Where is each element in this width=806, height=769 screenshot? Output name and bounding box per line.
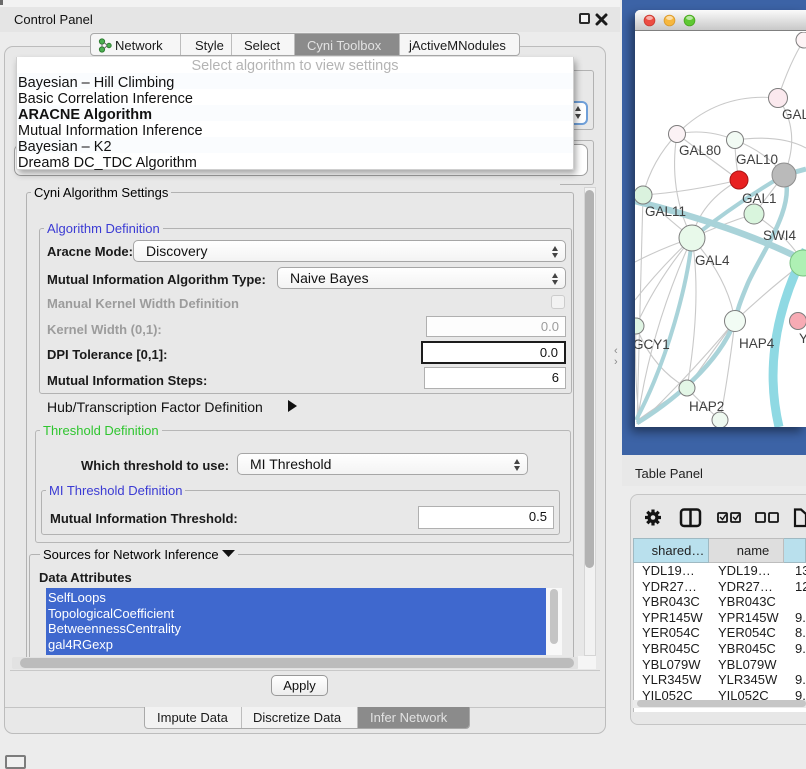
svg-text:GAL80: GAL80	[679, 143, 721, 158]
svg-text:SWI4: SWI4	[763, 228, 796, 243]
svg-text:GCY1: GCY1	[635, 337, 670, 352]
svg-text:GAL10: GAL10	[736, 152, 778, 167]
svg-text:GAL11: GAL11	[645, 204, 686, 219]
svg-text:Y: Y	[799, 331, 806, 346]
svg-text:GAL: GAL	[782, 107, 806, 122]
svg-text:GAL4: GAL4	[695, 253, 730, 268]
svg-text:HAP2: HAP2	[689, 399, 724, 414]
svg-text:HAP4: HAP4	[739, 336, 775, 351]
svg-text:GAL1: GAL1	[742, 191, 777, 206]
